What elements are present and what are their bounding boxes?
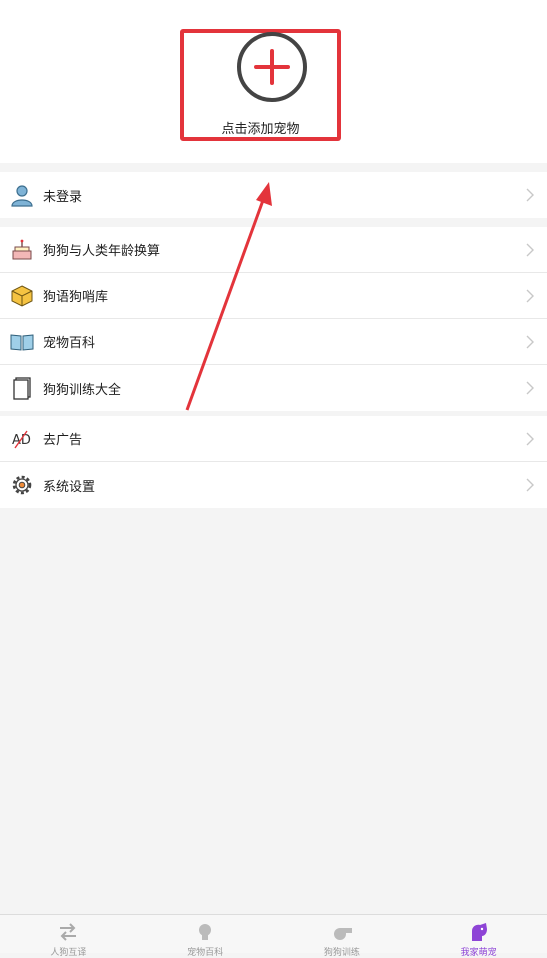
settings-section: AD 去广告 系统设置	[0, 416, 547, 508]
tab-training[interactable]: 狗狗训练	[274, 915, 411, 958]
feature-label: 狗语狗哨库	[43, 290, 109, 305]
features-section: 狗狗与人类年龄换算 狗语狗哨库 宠物百科 狗狗训练大全	[0, 227, 547, 411]
swap-icon	[60, 923, 77, 941]
chevron-right-icon	[526, 432, 534, 446]
svg-text:AD: AD	[12, 433, 31, 448]
feature-dog-training[interactable]: 狗狗训练大全	[0, 365, 547, 411]
settings-label: 系统设置	[43, 479, 96, 495]
chevron-right-icon	[526, 289, 534, 303]
feature-label: 狗狗训练大全	[43, 382, 122, 398]
remove-ads-row[interactable]: AD 去广告	[0, 416, 547, 462]
chevron-right-icon	[526, 188, 534, 202]
chevron-right-icon	[526, 243, 534, 257]
whistle-icon	[333, 928, 352, 940]
gear-icon	[12, 475, 32, 495]
plus-icon	[254, 49, 290, 85]
tab-translate[interactable]: 人狗互译	[0, 915, 137, 958]
feature-label: 狗狗与人类年龄换算	[43, 244, 161, 259]
feature-label: 宠物百科	[43, 336, 96, 351]
account-section: 未登录	[0, 172, 547, 218]
open-book-icon	[10, 334, 34, 351]
dog-icon	[471, 923, 487, 941]
user-icon	[11, 185, 33, 207]
system-settings-row[interactable]: 系统设置	[0, 462, 547, 508]
box-icon	[11, 285, 33, 307]
chevron-right-icon	[526, 381, 534, 395]
feature-dog-whistle-library[interactable]: 狗语狗哨库	[0, 273, 547, 319]
bulb-icon	[199, 924, 212, 940]
tab-my-pet[interactable]: 我家萌宠	[410, 915, 547, 958]
birthday-cake-icon	[12, 239, 32, 260]
no-ad-icon: AD	[12, 430, 31, 449]
add-pet-label[interactable]: 点击添加宠物	[180, 118, 341, 137]
settings-label: 去广告	[43, 433, 83, 448]
tab-encyclopedia[interactable]: 宠物百科	[137, 915, 274, 958]
chevron-right-icon	[526, 478, 534, 492]
bottom-tab-bar: 人狗互译 宠物百科 狗狗训练 我家萌宠	[0, 914, 547, 958]
login-status-label: 未登录	[43, 189, 83, 205]
feature-age-conversion[interactable]: 狗狗与人类年龄换算	[0, 227, 547, 273]
notebook-icon	[13, 377, 31, 400]
chevron-right-icon	[526, 335, 534, 349]
login-row[interactable]: 未登录	[0, 172, 547, 218]
add-pet-button[interactable]	[237, 32, 307, 102]
feature-pet-encyclopedia[interactable]: 宠物百科	[0, 319, 547, 365]
